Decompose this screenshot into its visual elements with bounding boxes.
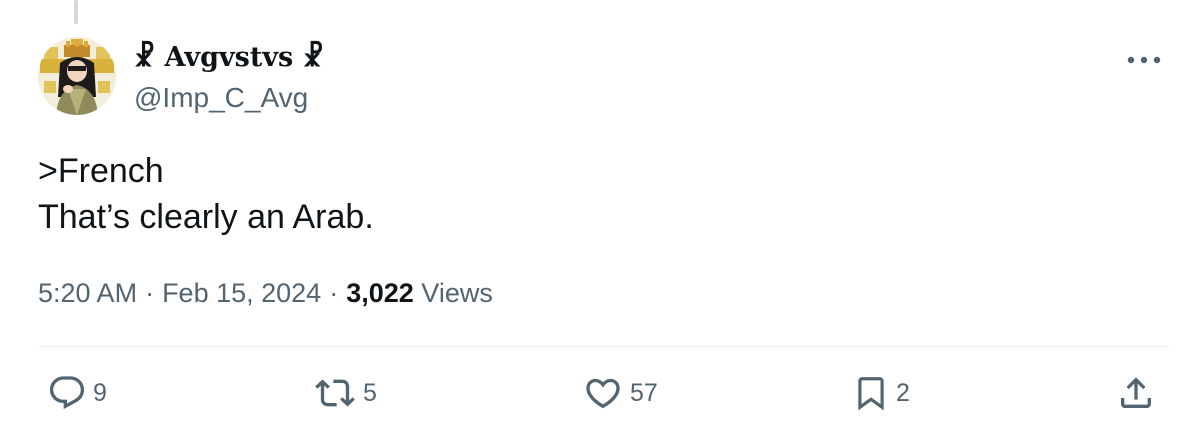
bookmark-icon (858, 377, 884, 411)
divider (38, 346, 1169, 347)
avatar-image (38, 37, 116, 115)
meta-separator: · (329, 278, 339, 308)
tweet-text-line: That’s clearly an Arab. (38, 198, 374, 236)
more-dots-icon (1127, 56, 1161, 64)
display-name[interactable]: ☧ Avgvstvs ☧ (134, 40, 324, 76)
tweet-time[interactable]: 5:20 AM (38, 278, 137, 308)
thread-connector-line (74, 0, 78, 24)
repost-count: 5 (363, 379, 377, 407)
tweet-date[interactable]: Feb 15, 2024 (162, 278, 321, 308)
like-count: 57 (630, 379, 658, 407)
repost-button[interactable]: 5 (313, 371, 377, 415)
repost-arrows-icon (315, 379, 355, 407)
share-button[interactable] (1116, 371, 1156, 415)
reply-count: 9 (93, 379, 107, 407)
more-options-button[interactable] (1118, 42, 1170, 78)
share-upload-icon (1121, 377, 1151, 408)
heart-icon (586, 378, 620, 409)
reply-button[interactable]: 9 (47, 371, 107, 415)
bookmark-count: 2 (896, 379, 910, 407)
avatar[interactable] (38, 37, 116, 115)
bookmark-button[interactable]: 2 (852, 371, 910, 415)
user-handle[interactable]: @Imp_C_Avg (134, 79, 308, 117)
reply-bubble-icon (49, 376, 85, 410)
tweet-text-line: >French (38, 152, 164, 190)
meta-separator: · (145, 278, 155, 308)
tweet-text: >French That’s clearly an Arab. (38, 148, 1138, 240)
like-button[interactable]: 57 (582, 371, 658, 415)
views-count[interactable]: 3,022 (346, 278, 414, 308)
views-label[interactable]: Views (421, 278, 493, 308)
tweet-metadata: 5:20 AM · Feb 15, 2024 · 3,022 Views (38, 274, 493, 312)
